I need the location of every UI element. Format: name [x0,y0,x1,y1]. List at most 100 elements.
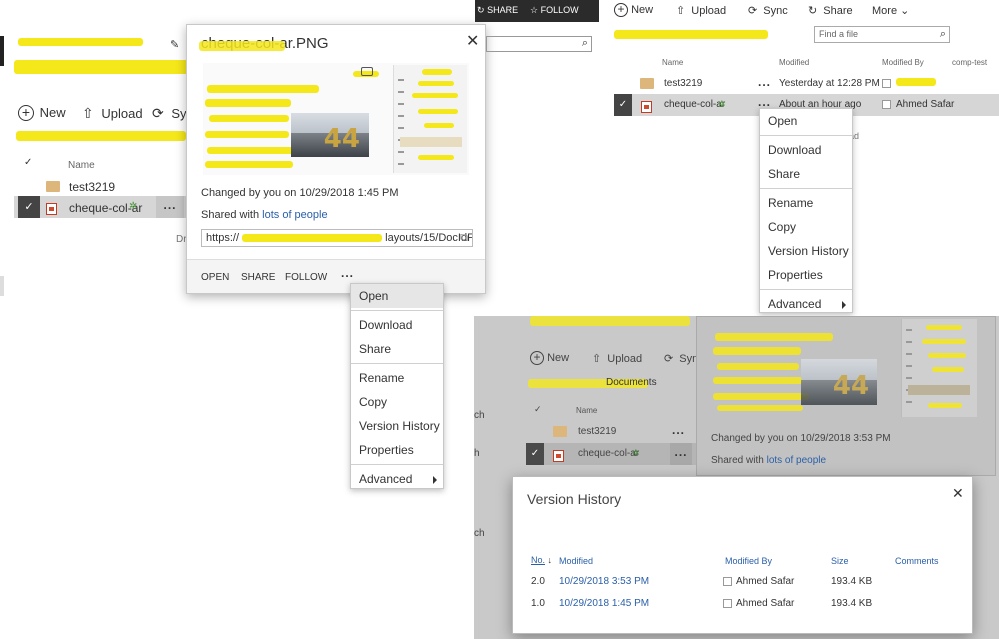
vh-col-size[interactable]: Size [831,556,849,566]
left-column-name[interactable]: Name [68,160,95,171]
menu1-version-history[interactable]: Version History [351,414,443,438]
chevron-down-icon: ⌄ [900,5,910,17]
left-row-file[interactable]: ✓ cheque-col-ar ✲ ... [14,196,186,218]
tr-new-button[interactable]: + New [614,3,653,17]
version-history-close-icon[interactable]: ✕ [952,485,964,502]
star-icon: ☆ [530,5,539,15]
callout-preview: 44 [203,63,469,175]
plus-circle-icon: + [614,3,628,17]
br-row-file-name[interactable]: cheque-col-ar [578,448,639,459]
menu1-download[interactable]: Download [351,313,443,337]
sort-arrow-icon: ↓ [547,555,553,565]
context-menu-1: Open Download Share Rename Copy Version … [350,283,444,489]
callout-more-action[interactable]: ... [341,266,354,280]
vh-row-modified-by[interactable]: Ahmed Safar [736,576,794,587]
menu2-properties[interactable]: Properties [760,263,852,287]
menu2-version-history[interactable]: Version History [760,239,852,263]
tr-row-file-more[interactable]: ... [758,95,771,109]
tr-column-extra[interactable]: comp-test [952,58,987,67]
br-row-folder[interactable]: test3219 ... [526,422,696,442]
person-presence-icon [723,599,732,608]
vh-row-modified-link[interactable]: 10/29/2018 3:53 PM [559,576,649,587]
menu1-copy[interactable]: Copy [351,390,443,414]
vh-col-modified-by[interactable]: Modified By [725,556,772,566]
vh-col-comments[interactable]: Comments [895,556,939,566]
new-item-icon: ✲ [632,448,640,458]
left-select-all-check[interactable]: ✓ [24,157,32,168]
br-upload-button[interactable]: ⇧ Upload [592,352,642,365]
br-callout-shared-link[interactable]: lots of people [767,455,827,466]
br-new-button[interactable]: + New [530,351,569,365]
vh-col-no[interactable]: No. ↓ [531,555,552,565]
callout-url-field[interactable]: https:// layouts/15/DocIdF ⧉ [201,229,473,247]
row-checked-icon[interactable]: ✓ [18,196,40,218]
share-icon: ↻ [808,5,818,17]
br-column-name[interactable]: Name [576,406,597,415]
menu2-download[interactable]: Download [760,138,852,162]
callout-share-action[interactable]: SHARE [241,272,275,283]
menu2-open[interactable]: Open [760,109,852,133]
tr-more-button[interactable]: More ⌄ [872,4,909,17]
vh-row: 2.0 10/29/2018 3:53 PM Ahmed Safar 193.4… [513,573,974,593]
callout-close-icon[interactable]: ✕ [466,31,479,51]
vh-row-modified-by[interactable]: Ahmed Safar [736,598,794,609]
tr-row-folder-name[interactable]: test3219 [664,78,702,89]
menu1-rename[interactable]: Rename [351,366,443,390]
br-sync-button[interactable]: ⟳ Syn [664,352,698,365]
search-icon[interactable]: ⌕ [582,37,588,50]
left-gray-marker [0,276,4,296]
callout-follow-action[interactable]: FOLLOW [285,272,327,283]
tr-column-name[interactable]: Name [662,58,683,67]
folder-icon [46,181,60,192]
callout-open-action[interactable]: OPEN [201,272,229,283]
search-icon[interactable]: ⌕ [940,27,946,42]
redacted-site-title [530,316,690,326]
vh-row-no: 1.0 [531,598,545,609]
br-select-all-check[interactable]: ✓ [534,404,542,415]
menu1-advanced[interactable]: Advanced [351,467,443,491]
left-search-box[interactable]: ⌕ [486,36,592,52]
tr-sync-button[interactable]: ⟳ Sync [748,4,788,17]
br-row-folder-more[interactable]: ... [672,423,685,437]
menu1-share[interactable]: Share [351,337,443,361]
menu2-copy[interactable]: Copy [760,215,852,239]
tr-row-folder-more[interactable]: ... [758,75,771,89]
menu1-properties[interactable]: Properties [351,438,443,462]
tr-column-modified[interactable]: Modified [779,58,809,67]
tr-row-file-name[interactable]: cheque-col-ar [664,99,725,110]
left-row-file-more[interactable]: ... [156,196,184,218]
callout-shared-link[interactable]: lots of people [262,209,327,221]
vh-row-no: 2.0 [531,576,545,587]
row-checked-icon[interactable]: ✓ [526,443,544,465]
upload-arrow-icon: ⇧ [82,105,94,121]
vh-col-modified[interactable]: Modified [559,556,593,566]
br-row-file-more[interactable]: ... [670,443,692,465]
left-upload-button[interactable]: ⇧ Upload [82,105,143,122]
tr-column-modified-by[interactable]: Modified By [882,58,924,67]
edit-pencil-icon[interactable]: ✎ [170,38,179,51]
left-topbar [0,0,475,22]
top-share-link[interactable]: ↻ SHARE [477,5,518,16]
menu2-advanced[interactable]: Advanced [760,292,852,316]
menu1-open[interactable]: Open [351,284,443,308]
tr-row-folder[interactable]: test3219 ... Yesterday at 12:28 PM [614,74,999,94]
menu2-rename[interactable]: Rename [760,191,852,215]
left-row-folder[interactable]: test3219 [14,176,186,196]
tr-search-input[interactable]: Find a file ⌕ [814,26,950,43]
br-row-folder-name[interactable]: test3219 [578,426,616,437]
redacted-title-overlay [199,41,285,51]
context-menu-2: Open Download Share Rename Copy Version … [759,108,853,313]
br-row-file[interactable]: ✓ cheque-col-ar ✲ ... [526,443,696,465]
new-item-icon: ✲ [718,99,726,109]
person-presence-icon [723,577,732,586]
row-checked-icon[interactable]: ✓ [614,94,632,116]
tr-row-file-modified-by[interactable]: Ahmed Safar [896,99,954,110]
left-row-folder-name[interactable]: test3219 [69,180,115,194]
tr-upload-button[interactable]: ⇧ Upload [676,4,726,17]
tr-share-button[interactable]: ↻ Share [808,4,853,17]
vh-row-modified-link[interactable]: 10/29/2018 1:45 PM [559,598,649,609]
menu2-share[interactable]: Share [760,162,852,186]
left-new-button[interactable]: + New [18,104,66,121]
top-follow-link[interactable]: ☆ FOLLOW [530,5,579,16]
copy-icon[interactable]: ⧉ [460,230,468,246]
